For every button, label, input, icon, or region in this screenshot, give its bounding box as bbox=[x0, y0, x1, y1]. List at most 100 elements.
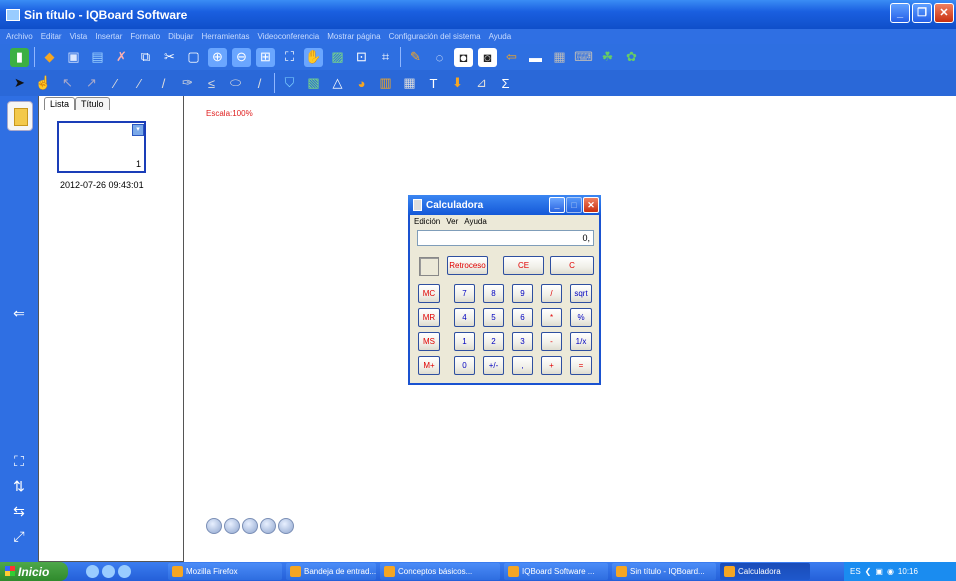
calc-close-button[interactable]: ✕ bbox=[583, 197, 599, 213]
browser-quick-icon[interactable] bbox=[118, 565, 131, 578]
keyboard-icon[interactable]: ⌨ bbox=[574, 48, 593, 67]
start-button[interactable]: Inicio bbox=[0, 562, 68, 581]
formula-icon[interactable]: Σ bbox=[496, 74, 515, 93]
decimal-button[interactable]: , bbox=[512, 356, 533, 375]
reciprocal-button[interactable]: 1/x bbox=[570, 332, 592, 351]
fullscreen-toggle-icon[interactable]: ⛶ bbox=[9, 452, 29, 470]
key-5[interactable]: 5 bbox=[483, 308, 504, 327]
display-icon[interactable]: ▬ bbox=[526, 48, 545, 67]
task-inbox[interactable]: Bandeja de entrad... bbox=[286, 563, 376, 580]
pencil-icon[interactable]: ∕ bbox=[106, 74, 125, 93]
save-as-icon[interactable]: ▤ bbox=[88, 48, 107, 67]
key-1[interactable]: 1 bbox=[454, 332, 475, 351]
restore-button[interactable]: ❐ bbox=[912, 3, 932, 23]
task-iqboard-software[interactable]: IQBoard Software ... bbox=[504, 563, 608, 580]
key-2[interactable]: 2 bbox=[483, 332, 504, 351]
hand-icon[interactable]: ☝ bbox=[34, 74, 53, 93]
curtain-icon[interactable]: ◙ bbox=[478, 47, 497, 67]
zoom-in-icon[interactable]: ⊕ bbox=[208, 47, 227, 67]
new-page-icon[interactable]: ▮ bbox=[10, 47, 29, 67]
menu-videoconferencia[interactable]: Videoconferencia bbox=[258, 32, 320, 41]
menu-configuracion[interactable]: Configuración del sistema bbox=[389, 32, 481, 41]
backspace-button[interactable]: Retroceso bbox=[447, 256, 488, 275]
vertical-swap-icon[interactable]: ⇅ bbox=[9, 477, 29, 495]
ce-button[interactable]: CE bbox=[503, 256, 544, 275]
menu-mostrar-pagina[interactable]: Mostrar página bbox=[327, 32, 380, 41]
subtract-button[interactable]: - bbox=[541, 332, 562, 351]
task-sin-titulo[interactable]: Sin título - IQBoard... bbox=[612, 563, 716, 580]
mplus-button[interactable]: M+ bbox=[418, 356, 440, 375]
shapes-icon[interactable]: △ bbox=[328, 74, 347, 93]
menu-vista[interactable]: Vista bbox=[70, 32, 88, 41]
task-calculadora[interactable]: Calculadora bbox=[720, 563, 810, 580]
calc-menu-ayuda[interactable]: Ayuda bbox=[464, 217, 487, 226]
task-conceptos[interactable]: Conceptos básicos... bbox=[380, 563, 500, 580]
texture-pen-icon[interactable]: ≤ bbox=[202, 74, 221, 93]
calc-minimize-button[interactable]: _ bbox=[549, 197, 565, 213]
calc-menu-edicion[interactable]: Edición bbox=[414, 217, 440, 226]
last-page-icon[interactable] bbox=[242, 518, 258, 534]
firefox-quick-icon[interactable] bbox=[102, 565, 115, 578]
fullscreen-icon[interactable]: ⛶ bbox=[280, 48, 299, 67]
plugin-icon[interactable]: ✿ bbox=[622, 48, 641, 67]
key-7[interactable]: 7 bbox=[454, 284, 475, 303]
spotlight-icon[interactable]: ◘ bbox=[454, 47, 473, 67]
fill-icon[interactable]: ⛉ bbox=[280, 74, 299, 93]
menu-dibujar[interactable]: Dibujar bbox=[168, 32, 193, 41]
table-icon[interactable]: ▦ bbox=[400, 74, 419, 93]
language-indicator[interactable]: ES bbox=[850, 567, 861, 576]
menu-insertar[interactable]: Insertar bbox=[95, 32, 122, 41]
tray-arrow-icon[interactable]: ❮ bbox=[865, 567, 872, 576]
calc-menu-ver[interactable]: Ver bbox=[446, 217, 458, 226]
select-arrow-icon[interactable]: ➤ bbox=[10, 74, 29, 93]
ms-button[interactable]: MS bbox=[418, 332, 440, 351]
pie-chart-icon[interactable]: ◕ bbox=[352, 74, 371, 93]
key-6[interactable]: 6 bbox=[512, 308, 533, 327]
close-button[interactable]: ✕ bbox=[934, 3, 954, 23]
screen-capture-icon[interactable]: ⊡ bbox=[352, 48, 371, 67]
brush-icon[interactable]: ∕ bbox=[130, 74, 149, 93]
delete-page-icon[interactable]: ✗ bbox=[112, 48, 131, 67]
equals-button[interactable]: = bbox=[570, 356, 592, 375]
chart-icon[interactable]: ⊿ bbox=[472, 74, 491, 93]
zoom-out-icon[interactable]: ⊖ bbox=[232, 47, 251, 67]
network-icon[interactable]: ▣ bbox=[875, 567, 883, 576]
sqrt-button[interactable]: sqrt bbox=[570, 284, 592, 303]
text-icon[interactable]: T bbox=[424, 74, 443, 93]
volume-icon[interactable]: ◉ bbox=[887, 567, 894, 576]
insert-icon[interactable]: ⬇ bbox=[448, 74, 467, 93]
zoom-fit-icon[interactable]: ⊞ bbox=[256, 47, 275, 67]
key-3[interactable]: 3 bbox=[512, 332, 533, 351]
menu-formato[interactable]: Formato bbox=[130, 32, 160, 41]
page-list-icon[interactable] bbox=[7, 101, 33, 131]
resize-icon[interactable]: ⤢ bbox=[9, 527, 29, 545]
bar-chart-icon[interactable]: ▥ bbox=[376, 74, 395, 93]
horizontal-swap-icon[interactable]: ⇆ bbox=[9, 502, 29, 520]
prev-page-icon[interactable] bbox=[206, 518, 222, 534]
first-page-icon[interactable] bbox=[224, 518, 240, 534]
save-icon[interactable]: ▣ bbox=[64, 48, 83, 67]
calculator-tool-icon[interactable]: ▦ bbox=[550, 48, 569, 67]
key-8[interactable]: 8 bbox=[483, 284, 504, 303]
key-9[interactable]: 9 bbox=[512, 284, 533, 303]
screenshot-icon[interactable]: ▨ bbox=[328, 48, 347, 67]
page-thumbnail[interactable]: ▾ 1 bbox=[57, 121, 146, 173]
key-4[interactable]: 4 bbox=[454, 308, 475, 327]
mr-button[interactable]: MR bbox=[418, 308, 440, 327]
menu-editar[interactable]: Editar bbox=[41, 32, 62, 41]
tab-lista[interactable]: Lista bbox=[44, 97, 76, 110]
next-page-icon[interactable] bbox=[278, 518, 294, 534]
key-0[interactable]: 0 bbox=[454, 356, 475, 375]
resources-icon[interactable]: ☘ bbox=[598, 48, 617, 67]
open-icon[interactable]: ◆ bbox=[40, 48, 59, 67]
line-icon[interactable]: / bbox=[250, 74, 269, 93]
marker-icon[interactable]: / bbox=[154, 74, 173, 93]
add-button[interactable]: + bbox=[541, 356, 562, 375]
menu-herramientas[interactable]: Herramientas bbox=[202, 32, 250, 41]
calc-maximize-button[interactable]: □ bbox=[566, 197, 582, 213]
add-page-icon[interactable] bbox=[260, 518, 276, 534]
cut-icon[interactable]: ✂ bbox=[160, 48, 179, 67]
menu-archivo[interactable]: Archivo bbox=[6, 32, 33, 41]
menu-ayuda[interactable]: Ayuda bbox=[489, 32, 512, 41]
task-firefox[interactable]: Mozilla Firefox bbox=[168, 563, 282, 580]
